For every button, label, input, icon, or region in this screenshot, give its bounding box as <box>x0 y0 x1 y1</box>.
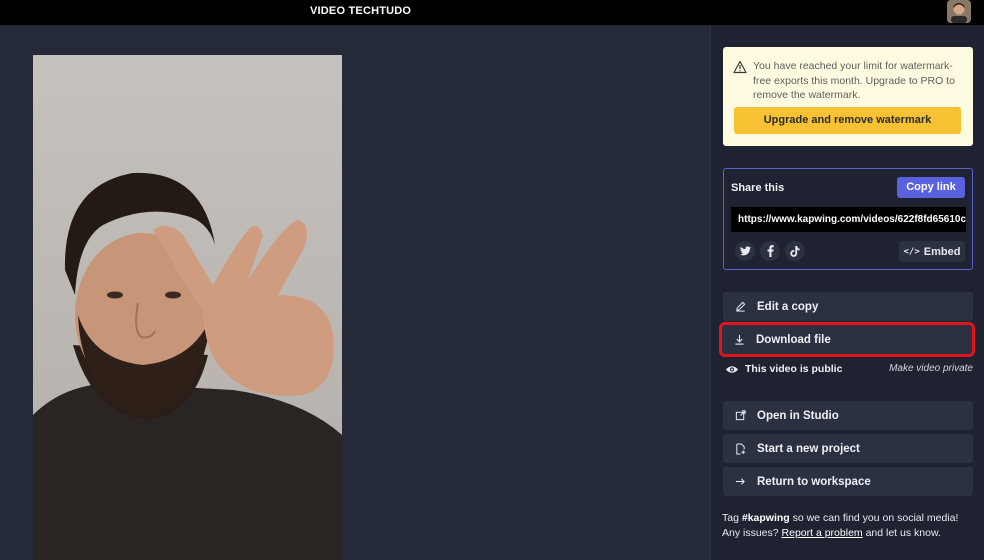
watermark-warning: You have reached your limit for watermar… <box>723 47 973 146</box>
report-problem-link[interactable]: Report a problem <box>782 527 863 539</box>
new-project-label: Start a new project <box>757 442 860 455</box>
pencil-icon <box>723 301 757 312</box>
edit-copy-label: Edit a copy <box>757 300 819 313</box>
download-file-label: Download file <box>756 333 831 346</box>
make-private-link[interactable]: Make video private <box>889 363 973 374</box>
external-link-icon <box>723 410 757 421</box>
top-bar: VIDEO TECHTUDO <box>0 0 984 25</box>
edit-copy-button[interactable]: Edit a copy <box>723 292 973 321</box>
facebook-icon <box>767 245 774 257</box>
eye-icon <box>725 366 739 373</box>
video-thumbnail <box>33 55 342 560</box>
tag-suffix: and let us know. <box>862 526 941 539</box>
share-label: Share this <box>731 182 785 194</box>
page-title: VIDEO TECHTUDO <box>310 5 412 17</box>
hashtag: #kapwing <box>741 512 790 524</box>
warning-message: You have reached your limit for watermar… <box>753 60 955 101</box>
avatar-image <box>947 0 971 23</box>
return-workspace-label: Return to workspace <box>757 475 871 488</box>
return-workspace-button[interactable]: Return to workspace <box>723 467 973 496</box>
embed-button[interactable]: </> Embed <box>899 241 965 262</box>
open-studio-label: Open in Studio <box>757 409 839 422</box>
social-tag-message: Tag #kapwing so we can find you on socia… <box>722 511 978 540</box>
avatar[interactable] <box>947 0 971 23</box>
video-preview[interactable] <box>33 55 342 560</box>
arrow-right-icon <box>723 477 757 486</box>
tiktok-button[interactable] <box>785 241 805 261</box>
visibility-status: This video is public <box>745 363 843 375</box>
open-studio-button[interactable]: Open in Studio <box>723 401 973 430</box>
share-box: Share this Copy link https://www.kapwing… <box>723 168 973 270</box>
share-url-field[interactable]: https://www.kapwing.com/videos/622f8fd65… <box>731 207 966 232</box>
tag-prefix: Tag <box>722 512 742 524</box>
copy-link-button[interactable]: Copy link <box>897 177 965 198</box>
download-icon <box>722 334 756 345</box>
visibility-row: This video is public Make video private <box>725 362 973 378</box>
embed-label: Embed <box>923 245 961 258</box>
upgrade-button[interactable]: Upgrade and remove watermark <box>734 107 961 134</box>
tiktok-icon <box>790 245 800 257</box>
twitter-icon <box>739 246 751 256</box>
new-project-button[interactable]: Start a new project <box>723 434 973 463</box>
new-file-icon <box>723 442 757 455</box>
code-icon: </> <box>903 246 920 257</box>
facebook-button[interactable] <box>760 241 780 261</box>
twitter-button[interactable] <box>735 241 755 261</box>
download-file-button[interactable]: Download file <box>719 322 975 357</box>
warning-icon <box>733 60 747 74</box>
